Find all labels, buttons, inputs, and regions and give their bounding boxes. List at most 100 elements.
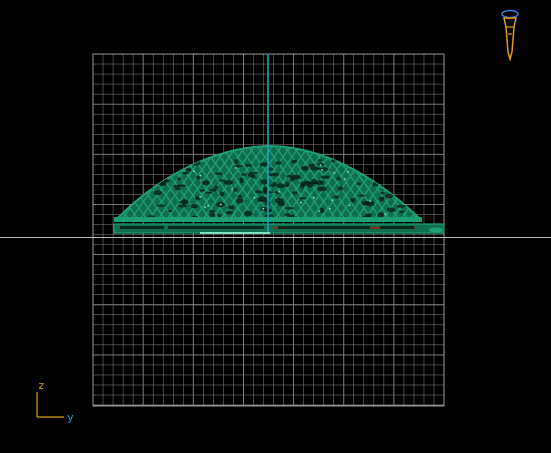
lattice-hole (199, 189, 205, 192)
lattice-hole (161, 172, 169, 177)
lattice-hole (285, 206, 295, 210)
lattice-strut (487, 140, 547, 225)
lattice-strut (451, 140, 511, 225)
camera-gizmo-icon[interactable] (501, 9, 519, 62)
lattice-strut (1, 140, 61, 225)
lattice-hole (292, 191, 298, 195)
base-slot (168, 226, 264, 229)
lattice-hole (237, 194, 242, 199)
mesh-highlight (207, 204, 210, 207)
lattice-strut (514, 140, 551, 225)
lattice-strut (0, 140, 16, 225)
mesh-highlight (199, 174, 202, 177)
mesh-highlight (331, 199, 334, 202)
mesh-highlight (278, 190, 280, 193)
lattice-strut (523, 140, 551, 225)
lattice-strut (442, 140, 502, 225)
lattice-strut (28, 140, 88, 225)
mesh-highlight (231, 188, 234, 191)
lattice-strut (523, 140, 551, 225)
lattice-hole (257, 199, 266, 202)
lattice-hole (167, 210, 173, 213)
lattice-strut (46, 140, 106, 225)
lattice-strut (37, 140, 97, 225)
lattice-strut (487, 140, 547, 225)
lattice-hole (396, 204, 407, 208)
lattice-strut (424, 140, 484, 225)
lattice-strut (505, 140, 551, 225)
lattice-hole (181, 199, 189, 205)
lattice-strut (433, 140, 493, 225)
lattice-strut (451, 140, 511, 225)
mesh-dome-model[interactable] (0, 140, 551, 234)
lattice-hole (180, 158, 189, 164)
lattice-hole (166, 167, 171, 172)
lattice-strut (0, 140, 16, 225)
lattice-strut (10, 140, 70, 225)
lattice-strut (405, 146, 420, 219)
lattice-hole (248, 171, 254, 178)
lattice-strut (505, 140, 551, 225)
lattice-strut (405, 146, 420, 219)
lattice-hole (395, 176, 402, 181)
lattice-hole (318, 159, 323, 162)
lattice-strut (0, 140, 43, 225)
lattice-strut (424, 140, 484, 225)
lattice-hole (255, 190, 263, 194)
lattice-hole (213, 185, 219, 190)
viewport-3d[interactable]: z y (0, 0, 551, 453)
lattice-strut (433, 140, 493, 225)
scene-canvas[interactable]: z y (0, 0, 551, 453)
lattice-hole (151, 176, 159, 180)
lattice-strut (117, 146, 125, 219)
lattice-hole (320, 175, 330, 179)
lattice-hole (397, 188, 402, 192)
lattice-hole (153, 190, 162, 196)
lattice-hole (219, 191, 225, 197)
lattice-hole (358, 194, 366, 197)
lattice-strut (0, 140, 52, 225)
lattice-hole (356, 182, 362, 186)
lattice-hole (350, 197, 356, 203)
lattice-strut (0, 140, 43, 225)
lattice-hole (168, 166, 174, 170)
lattice-hole (284, 181, 290, 188)
lattice-hole (277, 201, 285, 207)
mesh-highlight (300, 201, 302, 204)
mesh-highlight (321, 168, 323, 171)
base-highlight (200, 232, 270, 234)
lattice-hole (177, 177, 182, 181)
lattice-hole (217, 213, 222, 218)
lattice-strut (117, 146, 152, 219)
lattice-hole (243, 210, 253, 217)
lattice-strut (55, 140, 115, 225)
mesh-highlight (234, 167, 237, 169)
lattice-hole (380, 191, 385, 195)
lattice-strut (0, 140, 34, 225)
lattice-strut (469, 140, 529, 225)
lattice-strut (55, 140, 115, 225)
lattice-hole (205, 191, 213, 194)
mesh-highlight (319, 164, 322, 167)
lattice-strut (0, 140, 7, 225)
mesh-highlight (204, 206, 207, 209)
axis-label-y: y (67, 411, 74, 424)
lattice-hole (300, 182, 305, 189)
axes-icon: z y (36, 379, 74, 424)
mesh-highlight (318, 210, 321, 212)
axis-label-z: z (38, 379, 45, 392)
lattice-hole (233, 159, 239, 165)
lattice-strut (496, 140, 551, 225)
lattice-strut (478, 140, 538, 225)
lattice-hole (285, 213, 290, 217)
lattice-strut (469, 140, 529, 225)
lattice-hole (182, 171, 189, 175)
mesh-highlight (253, 197, 256, 199)
lattice-hole (291, 174, 301, 180)
lattice-strut (532, 140, 551, 225)
lattice-strut (532, 140, 551, 225)
lattice-strut (117, 146, 125, 219)
mesh-highlight (262, 207, 265, 210)
lattice-hole (291, 159, 298, 164)
mesh-highlight (384, 213, 387, 216)
